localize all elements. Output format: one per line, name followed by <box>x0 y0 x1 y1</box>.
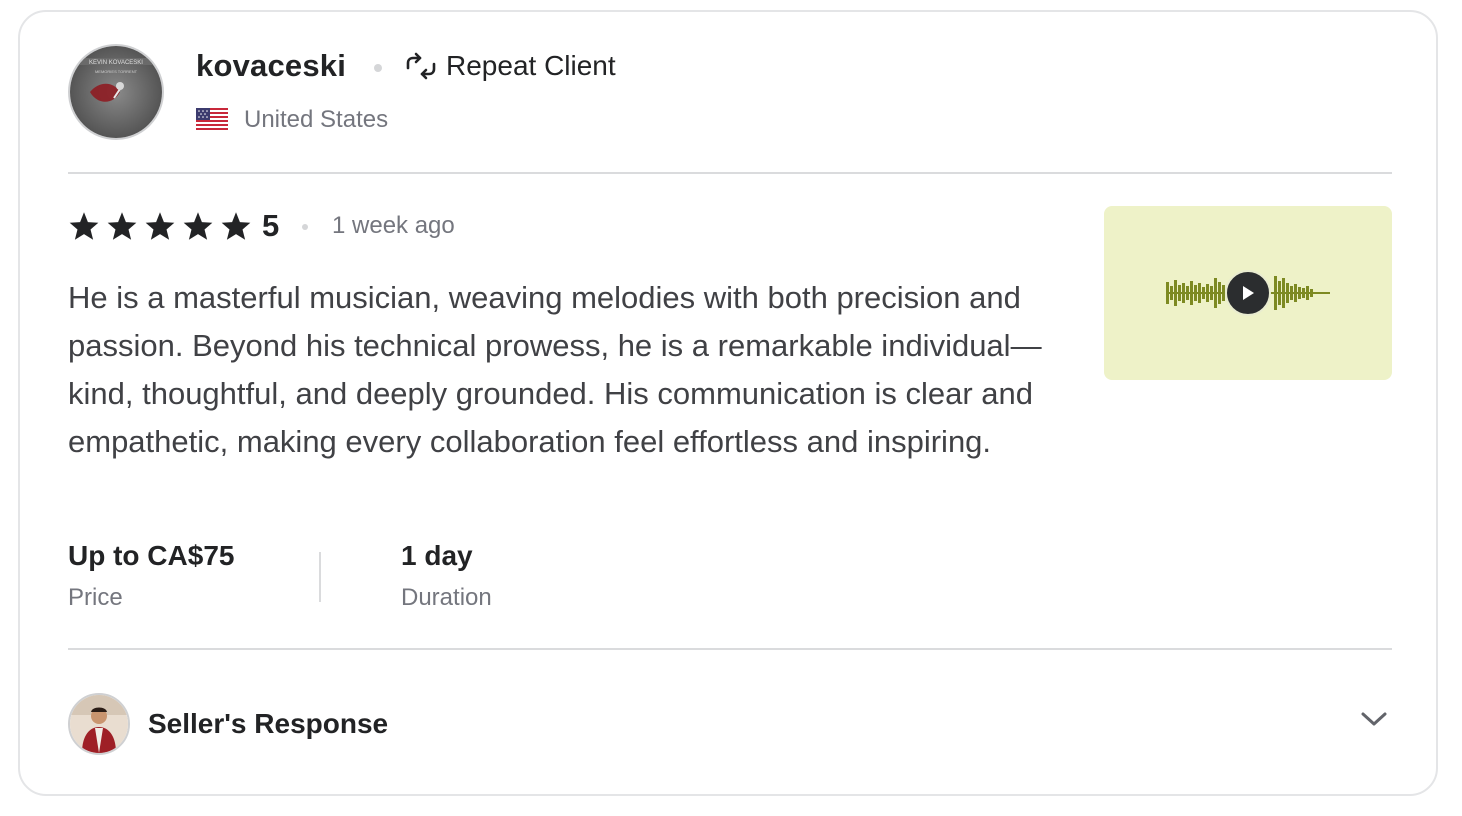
star-icon <box>107 212 137 240</box>
us-flag-icon <box>196 108 228 132</box>
seller-response-label: Seller's Response <box>148 708 389 739</box>
separator-dot <box>302 224 308 230</box>
avatar-text-top: KEVIN KOVACESKI <box>89 60 143 66</box>
star-icon <box>69 212 99 240</box>
chevron-down-icon[interactable] <box>1360 710 1388 728</box>
avatar-text-sub: MEMORIES TORRENT <box>95 69 138 74</box>
star-icon <box>145 212 175 240</box>
seller-avatar-image <box>70 695 128 753</box>
duration-info: 1 day Duration <box>401 540 492 612</box>
meta-bottom-divider <box>68 648 1392 650</box>
play-icon <box>1243 286 1254 300</box>
star-icon <box>183 212 213 240</box>
review-time: 1 week ago <box>332 212 455 239</box>
rating-value: 5 <box>262 208 280 243</box>
review-text: He is a masterful musician, weaving melo… <box>68 280 1042 459</box>
duration-value: 1 day <box>401 540 473 571</box>
reviewer-username[interactable]: kovaceski <box>196 48 346 84</box>
header-divider <box>68 172 1392 174</box>
reviewer-avatar-image: KEVIN KOVACESKI MEMORIES TORRENT <box>70 46 162 138</box>
review-card: KEVIN KOVACESKI MEMORIES TORRENT kovaces… <box>18 10 1438 796</box>
duration-label: Duration <box>401 584 492 611</box>
play-button[interactable] <box>1225 270 1271 316</box>
audio-preview[interactable] <box>1104 206 1392 380</box>
repeat-client-badge: Repeat Client <box>404 50 616 82</box>
repeat-client-label: Repeat Client <box>446 50 616 81</box>
star-icon <box>221 212 251 240</box>
star-rating: 5 <box>68 208 279 244</box>
price-label: Price <box>68 584 123 611</box>
seller-response-toggle[interactable]: Seller's Response <box>68 692 1392 756</box>
repeat-icon <box>406 52 436 80</box>
stars <box>68 211 252 241</box>
seller-avatar <box>68 693 130 755</box>
reviewer-country: United States <box>196 106 388 134</box>
price-info: Up to CA$75 Price <box>68 540 234 612</box>
price-value: Up to CA$75 <box>68 540 235 571</box>
separator-dot <box>374 64 382 72</box>
meta-divider <box>319 552 321 602</box>
country-name: United States <box>244 106 389 133</box>
reviewer-avatar[interactable]: KEVIN KOVACESKI MEMORIES TORRENT <box>68 44 164 140</box>
